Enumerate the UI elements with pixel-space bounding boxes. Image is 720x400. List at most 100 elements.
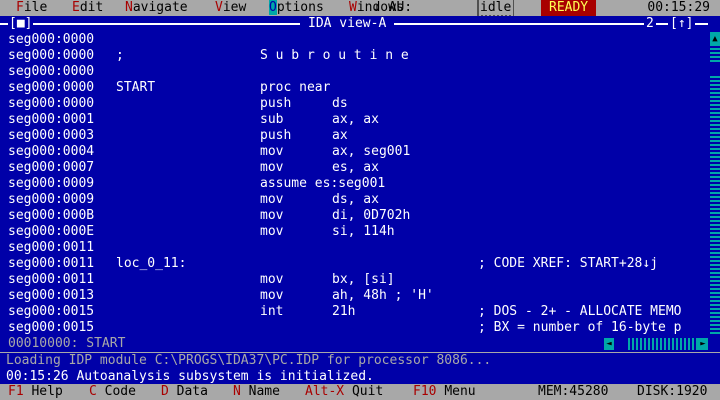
listing-line[interactable]: seg000:000E mov si, 114h	[0, 224, 708, 240]
fkey-help[interactable]: F1 Help	[8, 384, 63, 400]
message-line: Loading IDP module C:\PROGS\IDA37\PC.IDP…	[6, 353, 492, 368]
horizontal-scroll-thumb[interactable]	[616, 338, 626, 350]
listing-address: seg000:0000	[8, 96, 95, 111]
listing-line[interactable]: seg000:0001 sub ax, ax	[0, 112, 708, 128]
listing-operands: ds, ax	[332, 192, 379, 207]
listing-instruction: proc near	[260, 80, 331, 95]
menu-bar: File Edit Navigate View Options Windows …	[0, 0, 720, 16]
listing-line[interactable]: seg000:000B mov di, 0D702h	[0, 208, 708, 224]
disassembly-listing[interactable]: seg000:0000 seg000:0000; S u b r o u t i n…	[0, 32, 708, 336]
clock: 00:15:29	[647, 0, 710, 15]
listing-address: seg000:0007	[8, 160, 95, 175]
listing-comment: ; BX = number of 16-byte p	[478, 320, 682, 335]
fkey-name[interactable]: N Name	[233, 384, 280, 400]
listing-address: seg000:0000	[8, 48, 95, 63]
listing-operands: si, 114h	[332, 224, 395, 239]
listing-operands: di, 0D702h	[332, 208, 411, 223]
listing-instruction: mov	[260, 272, 284, 287]
listing-line[interactable]: seg000:0000 START proc near	[0, 80, 708, 96]
autoanalysis-label: ↓ AU:	[373, 0, 413, 15]
listing-line[interactable]: seg000:0000; S u b r o u t i n e	[0, 48, 708, 64]
menu-file[interactable]: File	[16, 0, 47, 16]
listing-instruction: mov	[260, 288, 284, 303]
listing-address: seg000:0009	[8, 192, 95, 207]
listing-instruction: mov	[260, 192, 284, 207]
listing-line[interactable]: seg000:0009 assume es:seg001	[0, 176, 708, 192]
listing-operands: ax	[332, 128, 348, 143]
fkey-menu[interactable]: F10 Menu	[413, 384, 476, 400]
listing-instruction: S u b r o u t i n e	[260, 48, 409, 63]
close-box-button[interactable]: [■]	[8, 16, 34, 32]
listing-comment: ; CODE XREF: START+28↓j	[478, 256, 659, 271]
listing-instruction: push	[260, 128, 292, 143]
listing-operands: ax, ax	[332, 112, 379, 127]
listing-line[interactable]: seg000:0015 ; BX = number of 16-byte p	[0, 320, 708, 336]
listing-operands: es, ax	[332, 160, 379, 175]
idle-status-indicator: idle	[477, 0, 515, 16]
listing-address: seg000:0011	[8, 256, 95, 271]
listing-comment: ; DOS - 2+ - ALLOCATE MEMO	[478, 304, 682, 319]
listing-instruction: mov	[260, 144, 284, 159]
current-address-indicator: 00010000: START	[8, 336, 126, 351]
function-key-bar: F1 Help C Code D Data N Name Alt-X Quit …	[0, 384, 720, 400]
listing-address: seg000:0001	[8, 112, 95, 127]
listing-line[interactable]: seg000:0013 mov ah, 48h ; 'H'	[0, 288, 708, 304]
menu-view[interactable]: View	[215, 0, 246, 16]
listing-line[interactable]: seg000:0000	[0, 32, 708, 48]
listing-address: seg000:000B	[8, 208, 95, 223]
listing-line[interactable]: seg000:0009 mov ds, ax	[0, 192, 708, 208]
listing-line[interactable]: seg000:0011 mov bx, [si]	[0, 272, 708, 288]
listing-address: seg000:0000	[8, 80, 95, 95]
disk-indicator: DISK:1920	[637, 384, 708, 399]
listing-address: seg000:0013	[8, 288, 95, 303]
listing-label: loc_0_11:	[116, 256, 187, 271]
listing-operands: ds	[332, 96, 348, 111]
scroll-up-arrow-icon[interactable]: ▲	[710, 32, 720, 46]
listing-address: seg000:0000	[8, 64, 95, 79]
listing-instruction: mov	[260, 208, 284, 223]
memory-indicator: MEM:45280	[538, 384, 609, 399]
listing-operands: 21h	[332, 304, 356, 319]
listing-line[interactable]: seg000:0011	[0, 240, 708, 256]
listing-operands: ah, 48h ; 'H'	[332, 288, 434, 303]
listing-line[interactable]: seg000:0011 loc_0_11: ; CODE XREF: START+2…	[0, 256, 708, 272]
fkey-quit[interactable]: Alt-X Quit	[305, 384, 383, 400]
menu-options[interactable]: Options	[269, 0, 324, 16]
message-line: 00:15:26 Autoanalysis subsystem is initi…	[6, 369, 374, 384]
window-number: 2	[644, 16, 656, 32]
ready-status-badge: READY	[541, 0, 597, 16]
listing-address: seg000:0003	[8, 128, 95, 143]
zoom-box-button[interactable]: [↑]	[668, 16, 696, 32]
fkey-data[interactable]: D Data	[161, 384, 208, 400]
listing-line[interactable]: seg000:0000 push ds	[0, 96, 708, 112]
listing-address: seg000:000E	[8, 224, 95, 239]
ida-dos-screen: File Edit Navigate View Options Windows …	[0, 0, 720, 400]
scroll-left-arrow-icon[interactable]: ◄	[604, 338, 614, 350]
listing-line[interactable]: seg000:0015 int 21h ; DOS - 2+ - ALLOCATE M…	[0, 304, 708, 320]
menu-edit[interactable]: Edit	[72, 0, 103, 16]
listing-label: START	[116, 80, 156, 95]
listing-line[interactable]: seg000:0007 mov es, ax	[0, 160, 708, 176]
listing-address: seg000:0011	[8, 272, 95, 287]
fkey-code[interactable]: C Code	[89, 384, 136, 400]
listing-line[interactable]: seg000:0003 push ax	[0, 128, 708, 144]
window-title-bar: [■] IDA view-A 2 [↑]	[0, 16, 720, 32]
listing-address: seg000:0015	[8, 320, 95, 335]
menu-navigate[interactable]: Navigate	[125, 0, 188, 16]
listing-line[interactable]: seg000:0004 mov ax, seg001	[0, 144, 708, 160]
horizontal-scrollbar[interactable]: ◄ ►	[604, 338, 708, 350]
window-title: IDA view-A	[300, 16, 395, 32]
listing-instruction: int	[260, 304, 284, 319]
listing-instruction: mov	[260, 224, 284, 239]
listing-address: seg000:0011	[8, 240, 95, 255]
listing-operands: bx, [si]	[332, 272, 395, 287]
vertical-scrollbar[interactable]: ▲ ▼	[710, 32, 720, 350]
listing-operands: ax, seg001	[332, 144, 411, 159]
scroll-right-arrow-icon[interactable]: ►	[698, 338, 708, 350]
window-bottom-edge: 00010000: START ◄ ►	[0, 336, 720, 352]
listing-label: ;	[116, 48, 124, 63]
listing-line[interactable]: seg000:0000	[0, 64, 708, 80]
listing-instruction: mov	[260, 160, 284, 175]
scroll-thumb[interactable]	[710, 62, 720, 76]
listing-address: seg000:0015	[8, 304, 95, 319]
